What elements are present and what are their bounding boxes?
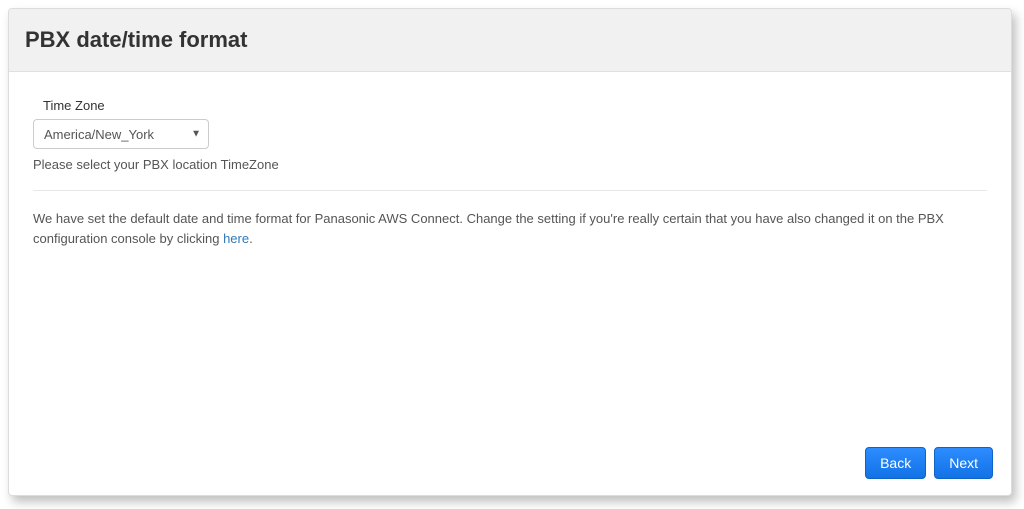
panel-footer: Back Next — [9, 437, 1011, 495]
timezone-select[interactable]: America/New_York — [33, 119, 209, 149]
info-text-suffix: . — [249, 231, 253, 246]
settings-panel: PBX date/time format Time Zone America/N… — [8, 8, 1012, 496]
timezone-label: Time Zone — [43, 98, 987, 113]
timezone-help-text: Please select your PBX location TimeZone — [33, 157, 987, 172]
timezone-select-wrap: America/New_York ▼ — [33, 119, 209, 149]
back-button[interactable]: Back — [865, 447, 926, 479]
here-link[interactable]: here — [223, 231, 249, 246]
info-text: We have set the default date and time fo… — [33, 209, 987, 248]
next-button[interactable]: Next — [934, 447, 993, 479]
info-text-main: We have set the default date and time fo… — [33, 211, 944, 246]
panel-header: PBX date/time format — [9, 9, 1011, 72]
divider — [33, 190, 987, 191]
page-title: PBX date/time format — [25, 27, 995, 53]
panel-body: Time Zone America/New_York ▼ Please sele… — [9, 72, 1011, 437]
